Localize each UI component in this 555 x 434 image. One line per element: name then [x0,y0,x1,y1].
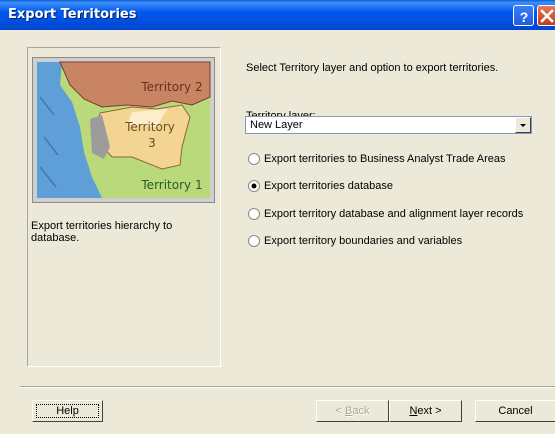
territory1-label: Territory 1 [140,178,202,192]
territory3-label-line1: Territory [124,120,175,134]
territory-layer-dropdown[interactable]: New Layer [245,116,532,134]
chevron-down-icon [520,124,526,127]
territory-map-image: Territory 2 Territory 3 Territory 1 [32,57,215,203]
instruction-text: Select Territory layer and option to exp… [246,62,499,74]
option-label: Export territory database and alignment … [264,208,524,220]
left-description: Export territories hierarchy to database… [31,220,173,244]
radio-unselected-icon[interactable] [248,235,260,247]
next-button[interactable]: Next > [389,400,462,422]
territory2-label: Territory 2 [140,80,202,94]
dropdown-button[interactable] [515,117,531,133]
option-boundaries-variables[interactable]: Export territory boundaries and variable… [248,235,478,249]
export-territories-dialog: Export Territories ? Territory 2 Territo… [0,0,555,434]
radio-selected-icon[interactable] [248,180,260,192]
back-button[interactable]: < Back [316,400,389,422]
close-button[interactable] [537,5,555,26]
radio-unselected-icon[interactable] [248,208,260,220]
radio-unselected-icon[interactable] [248,153,260,165]
option-label: Export territory boundaries and variable… [264,235,463,247]
territory-layer-value: New Layer [250,119,303,131]
focus-rect [36,404,99,418]
help-button[interactable]: Help [32,400,103,422]
back-rest: ack [352,405,370,417]
title-help-button[interactable]: ? [513,5,534,26]
option-business-analyst[interactable]: Export territories to Business Analyst T… [248,153,508,167]
option-label: Export territories database [264,180,394,192]
back-prefix: < [335,405,345,417]
option-territories-database[interactable]: Export territories database [248,180,408,194]
next-rest: ext > [417,405,442,417]
question-icon: ? [520,9,529,25]
territory3-label-line2: 3 [148,136,156,150]
cancel-button[interactable]: Cancel [475,400,555,422]
separator-line [20,386,555,388]
title-bar[interactable]: Export Territories ? [0,0,555,30]
option-database-alignment[interactable]: Export territory database and alignment … [248,208,528,222]
svg-text:?: ? [520,9,529,25]
option-label: Export territories to Business Analyst T… [264,153,506,165]
window-title: Export Territories [8,7,137,22]
cancel-button-label: Cancel [498,405,533,417]
territory-illustration: Territory 2 Territory 3 Territory 1 [32,57,215,203]
close-icon [540,9,554,23]
